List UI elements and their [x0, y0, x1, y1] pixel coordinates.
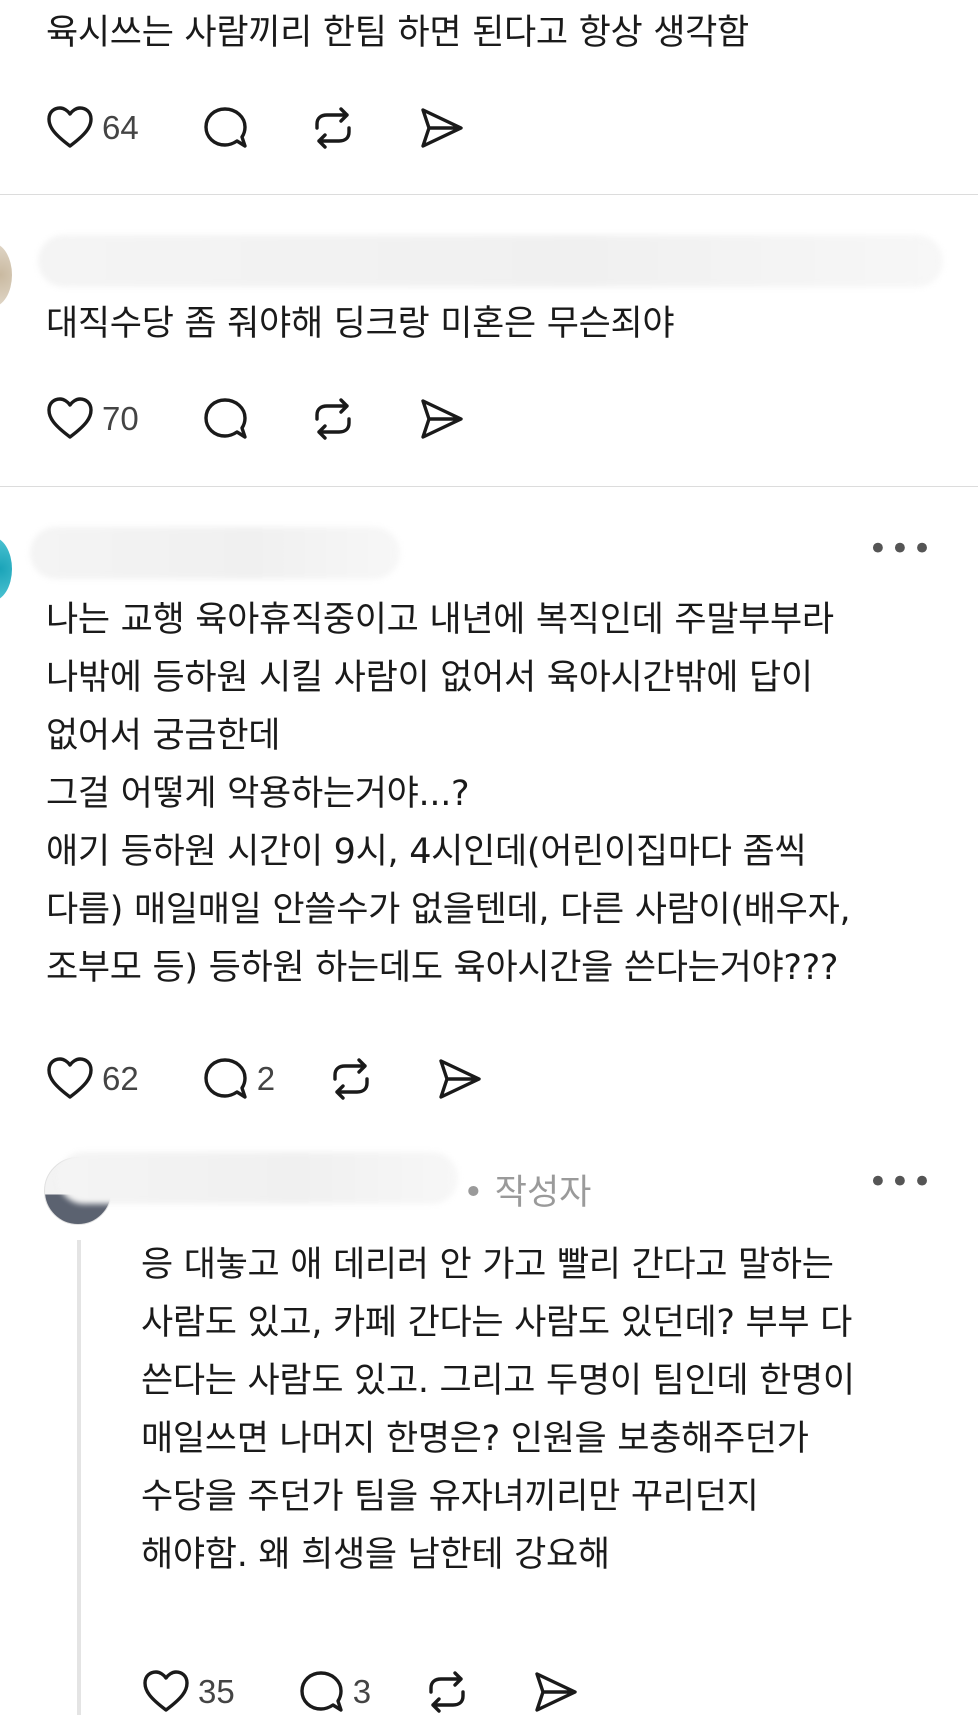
post-3: ••• 나는 교행 육아휴직중이고 내년에 복직인데 주말부부라 나밖에 등하원… — [0, 487, 978, 1137]
more-options-button[interactable]: ••• — [868, 1162, 934, 1202]
like-button[interactable]: 35 — [140, 1666, 235, 1718]
comment-bubble-icon — [204, 1058, 247, 1099]
like-button[interactable]: 70 — [44, 393, 139, 445]
reply-button[interactable]: 2 — [199, 1053, 275, 1105]
post-text: 대직수당 좀 줘야해 딩크랑 미혼은 무슨죄야 — [46, 304, 675, 344]
post-text: 나는 교행 육아휴직중이고 내년에 복직인데 주말부부라 나밖에 등하원 시킬 … — [46, 600, 851, 988]
post-actions: 62 2 — [44, 1051, 485, 1107]
send-icon — [535, 1672, 577, 1712]
heart-icon — [143, 1670, 189, 1712]
comment-bubble-icon — [300, 1671, 343, 1712]
more-options-button[interactable]: ••• — [868, 529, 934, 569]
share-button[interactable] — [433, 1053, 485, 1105]
like-count: 35 — [198, 1673, 235, 1710]
repost-icon — [333, 1058, 369, 1100]
author-name-redacted — [30, 527, 400, 579]
share-button[interactable] — [529, 1666, 581, 1718]
like-count: 64 — [102, 109, 139, 146]
reply-author: • 작성자 ••• 응 대놓고 애 데리러 안 가고 빨리 간다고 말하는 사람… — [0, 1140, 978, 1715]
repost-button[interactable] — [307, 102, 359, 154]
author-badge: • 작성자 — [463, 1173, 592, 1213]
reply-button[interactable]: 3 — [295, 1666, 371, 1718]
post-actions: 70 — [44, 391, 467, 447]
repost-icon — [315, 107, 351, 149]
repost-button[interactable] — [421, 1666, 473, 1718]
heart-icon — [47, 1057, 93, 1099]
send-icon — [421, 399, 463, 439]
heart-icon — [47, 106, 93, 148]
repost-icon — [429, 1671, 465, 1713]
send-icon — [439, 1059, 481, 1099]
like-button[interactable]: 64 — [44, 102, 139, 154]
avatar[interactable] — [0, 243, 12, 307]
reply-button[interactable] — [199, 102, 251, 154]
heart-icon — [47, 397, 93, 439]
like-button[interactable]: 62 — [44, 1053, 139, 1105]
post-actions: 35 3 — [140, 1664, 581, 1720]
post-text: 육시쓰는 사람끼리 한팀 하면 된다고 항상 생각함 — [46, 13, 749, 53]
reply-count: 3 — [352, 1673, 372, 1710]
post-1: 육시쓰는 사람끼리 한팀 하면 된다고 항상 생각함 64 — [0, 0, 978, 178]
send-icon — [421, 108, 463, 148]
repost-button[interactable] — [307, 393, 359, 445]
post-text: 응 대놓고 애 데리러 안 가고 빨리 간다고 말하는 사람도 있고, 카페 간… — [141, 1245, 855, 1575]
comment-bubble-icon — [204, 107, 247, 148]
post-actions: 64 — [44, 100, 467, 156]
like-count: 62 — [102, 1060, 139, 1097]
author-name-redacted — [38, 235, 943, 287]
repost-button[interactable] — [325, 1053, 377, 1105]
share-button[interactable] — [415, 393, 467, 445]
post-2: 대직수당 좀 줘야해 딩크랑 미혼은 무슨죄야 70 — [0, 195, 978, 487]
avatar[interactable] — [0, 537, 12, 601]
repost-icon — [315, 398, 351, 440]
share-button[interactable] — [415, 102, 467, 154]
comment-bubble-icon — [204, 398, 247, 439]
author-name-redacted — [58, 1152, 458, 1204]
reply-button[interactable] — [199, 393, 251, 445]
thread-line — [77, 1240, 81, 1715]
reply-count: 2 — [256, 1060, 276, 1097]
like-count: 70 — [102, 400, 139, 437]
